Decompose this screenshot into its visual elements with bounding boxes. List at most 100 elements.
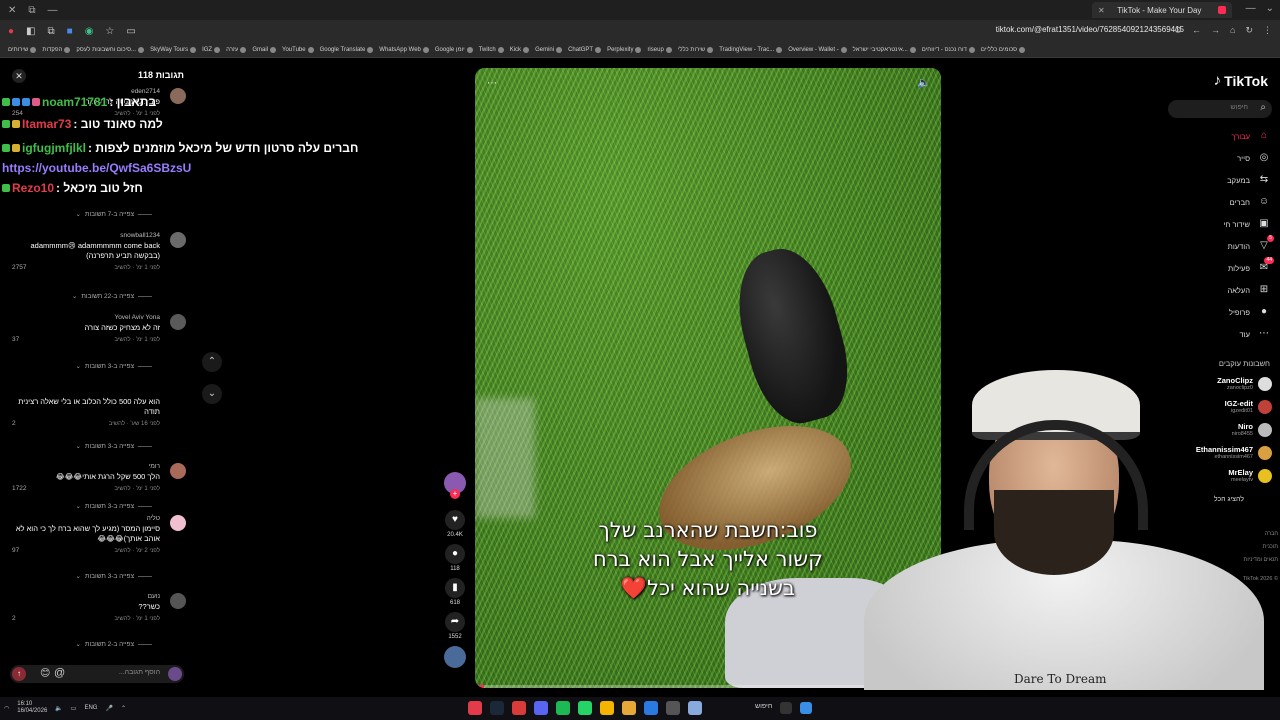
bookmark-item[interactable]: TradingView - Trac... [719, 46, 783, 53]
bookmark-item[interactable]: דוח נכנס - דיווחים [922, 46, 975, 53]
extension-icon[interactable]: ◉ [85, 26, 94, 37]
bookmark-icon[interactable]: ▮ [445, 578, 465, 598]
nav-item-home[interactable]: עבורך ⌂ [1150, 130, 1270, 142]
bookmark-item[interactable]: Gemini [535, 46, 563, 53]
taskbar-search[interactable]: חיפוש [755, 703, 772, 710]
like-action[interactable]: ♥ 20.4K [443, 510, 467, 538]
previous-video-button[interactable]: ⌃ [202, 352, 222, 372]
screenshot-icon[interactable]: ⧉ [48, 26, 55, 37]
bookmark-item[interactable]: YouTube [282, 46, 314, 53]
chrome-app-icon[interactable] [600, 701, 614, 715]
comment-username[interactable]: snowball1234 [4, 232, 160, 239]
comment-icon[interactable]: ● [445, 544, 465, 564]
refresh-icon[interactable]: ↻ [1245, 25, 1253, 36]
comment-like-count[interactable]: 1722 [12, 485, 26, 492]
menu-icon[interactable]: ⋮ [1263, 25, 1272, 36]
search-icon[interactable]: ⌕ [1260, 102, 1266, 113]
windows-start-icon[interactable] [800, 702, 812, 714]
extension-icon[interactable]: ■ [67, 26, 73, 37]
nav-item-friends[interactable]: חברים ☺ [1150, 196, 1270, 208]
music-disc-icon[interactable] [444, 646, 466, 668]
comment-like-count[interactable]: 37 [12, 336, 19, 343]
extension-icon[interactable]: ◧ [26, 26, 35, 37]
view-replies-button[interactable]: צפייה ב-22 תשובות ⌄ [72, 292, 152, 300]
forward-icon[interactable]: → [1211, 25, 1220, 36]
settings-icon[interactable]: ⚙ [1174, 25, 1182, 36]
comment-like-count[interactable]: 97 [12, 547, 19, 554]
nav-item-upload[interactable]: העלאה ⊞ [1150, 284, 1270, 296]
back-icon[interactable]: ← [1192, 25, 1201, 36]
star-icon[interactable]: ☆ [105, 26, 114, 37]
video-options-icon[interactable]: ⋯ [487, 78, 497, 89]
comment-username[interactable]: טליה [4, 515, 160, 522]
save-action[interactable]: ▮ 618 [443, 578, 467, 606]
bookmark-item[interactable]: שירותים [8, 46, 37, 53]
view-replies-button[interactable]: צפייה ב-3 תשובות ⌄ [76, 572, 152, 580]
comment-username[interactable]: רומי [4, 463, 160, 470]
app-icon[interactable] [666, 701, 680, 715]
follow-icon[interactable]: + [450, 489, 460, 499]
language-indicator[interactable]: ENG [84, 705, 97, 711]
bookmark-item[interactable]: Google Translate [320, 46, 374, 53]
chevron-down-icon[interactable]: ⌄ [1266, 3, 1274, 14]
tiktok-app-icon[interactable] [468, 701, 482, 715]
bookmark-item[interactable]: Twitch [479, 46, 504, 53]
app-icon[interactable] [688, 701, 702, 715]
store-app-icon[interactable] [644, 701, 658, 715]
view-replies-button[interactable]: צפייה ב-2 תשובות ⌄ [76, 640, 152, 648]
view-replies-button[interactable]: צפייה ב-3 תשובות ⌄ [76, 502, 152, 510]
chevron-up-icon[interactable]: ⌃ [121, 705, 126, 712]
comment-like-count[interactable]: 2 [12, 420, 16, 427]
search-box[interactable]: חיפוש ⌕ [1168, 100, 1272, 118]
speaker-icon[interactable]: 🔈 [55, 705, 62, 712]
bookmark-item[interactable]: Overview - Wallet - [788, 46, 847, 53]
bookmark-item[interactable]: סכומים כלליים [981, 46, 1026, 53]
bookmark-item[interactable]: WhatsApp Web [379, 46, 429, 53]
comment-like-count[interactable]: 2757 [12, 264, 26, 271]
app-icon[interactable] [512, 701, 526, 715]
close-icon[interactable]: ✕ [12, 69, 26, 83]
browser-tab[interactable]: ✕ TikTok - Make Your Day [1092, 2, 1232, 18]
bookmark-item[interactable]: אינטראקטיבי ישראל... [853, 46, 916, 53]
next-video-button[interactable]: ⌄ [202, 384, 222, 404]
commenter-avatar[interactable] [170, 88, 186, 104]
volume-icon[interactable]: 🔈 [917, 76, 931, 89]
bookmark-item[interactable]: הפקדות [42, 46, 71, 53]
nav-item-profile[interactable]: פרופיל ● [1150, 306, 1270, 318]
steam-app-icon[interactable] [490, 701, 504, 715]
comment-action[interactable]: ● 118 [443, 544, 467, 572]
nav-item-more[interactable]: עוד ⋯ [1150, 328, 1270, 340]
network-icon[interactable]: ▭ [71, 705, 77, 712]
commenter-avatar[interactable] [170, 463, 186, 479]
commenter-avatar[interactable] [170, 232, 186, 248]
commenter-avatar[interactable] [170, 593, 186, 609]
bookmark-item[interactable]: riseup [647, 46, 672, 53]
wifi-icon[interactable]: ◠ [4, 705, 9, 712]
bookmark-item[interactable]: עזרה [226, 46, 247, 53]
bookmark-item[interactable]: ChatGPT [568, 46, 602, 53]
view-replies-button[interactable]: צפייה ב-3 תשובות ⌄ [76, 362, 152, 370]
microphone-icon[interactable]: 🎤 [105, 705, 112, 712]
comment-username[interactable]: נועם [4, 593, 160, 600]
minimize-icon[interactable]: — [48, 5, 58, 16]
tiktok-logo[interactable]: ♪ TikTok [1214, 72, 1268, 89]
spotify-app-icon[interactable] [556, 701, 570, 715]
comment-like-count[interactable]: 2 [12, 615, 16, 622]
url-field[interactable]: tiktok.com/@efrat1351/video/762854092124… [996, 25, 1184, 34]
share-icon[interactable]: ➦ [445, 612, 465, 632]
extension-icon[interactable]: ● [8, 26, 14, 37]
nav-item-live[interactable]: שידור חי ▣ [1150, 218, 1270, 230]
view-replies-button[interactable]: צפייה ב-7 תשובות ⌄ [76, 210, 152, 218]
nav-item-compass[interactable]: סייר ◎ [1150, 152, 1270, 164]
bookmark-item[interactable]: סיכום וחשבונות לעסק... [76, 46, 145, 53]
menu-icon[interactable]: ⧉ [28, 5, 35, 16]
nav-item-messages[interactable]: הודעות ▽ 5 [1150, 235, 1274, 252]
discord-app-icon[interactable] [534, 701, 548, 715]
commenter-avatar[interactable] [170, 515, 186, 531]
view-replies-button[interactable]: צפייה ב-3 תשובות ⌄ [76, 442, 152, 450]
share-action[interactable]: ➦ 1552 [443, 612, 467, 640]
comment-username[interactable]: eden2714 [4, 88, 160, 95]
commenter-avatar[interactable] [170, 314, 186, 330]
close-tab-icon[interactable]: ✕ [1098, 6, 1105, 15]
creator-avatar[interactable]: + [444, 472, 466, 499]
